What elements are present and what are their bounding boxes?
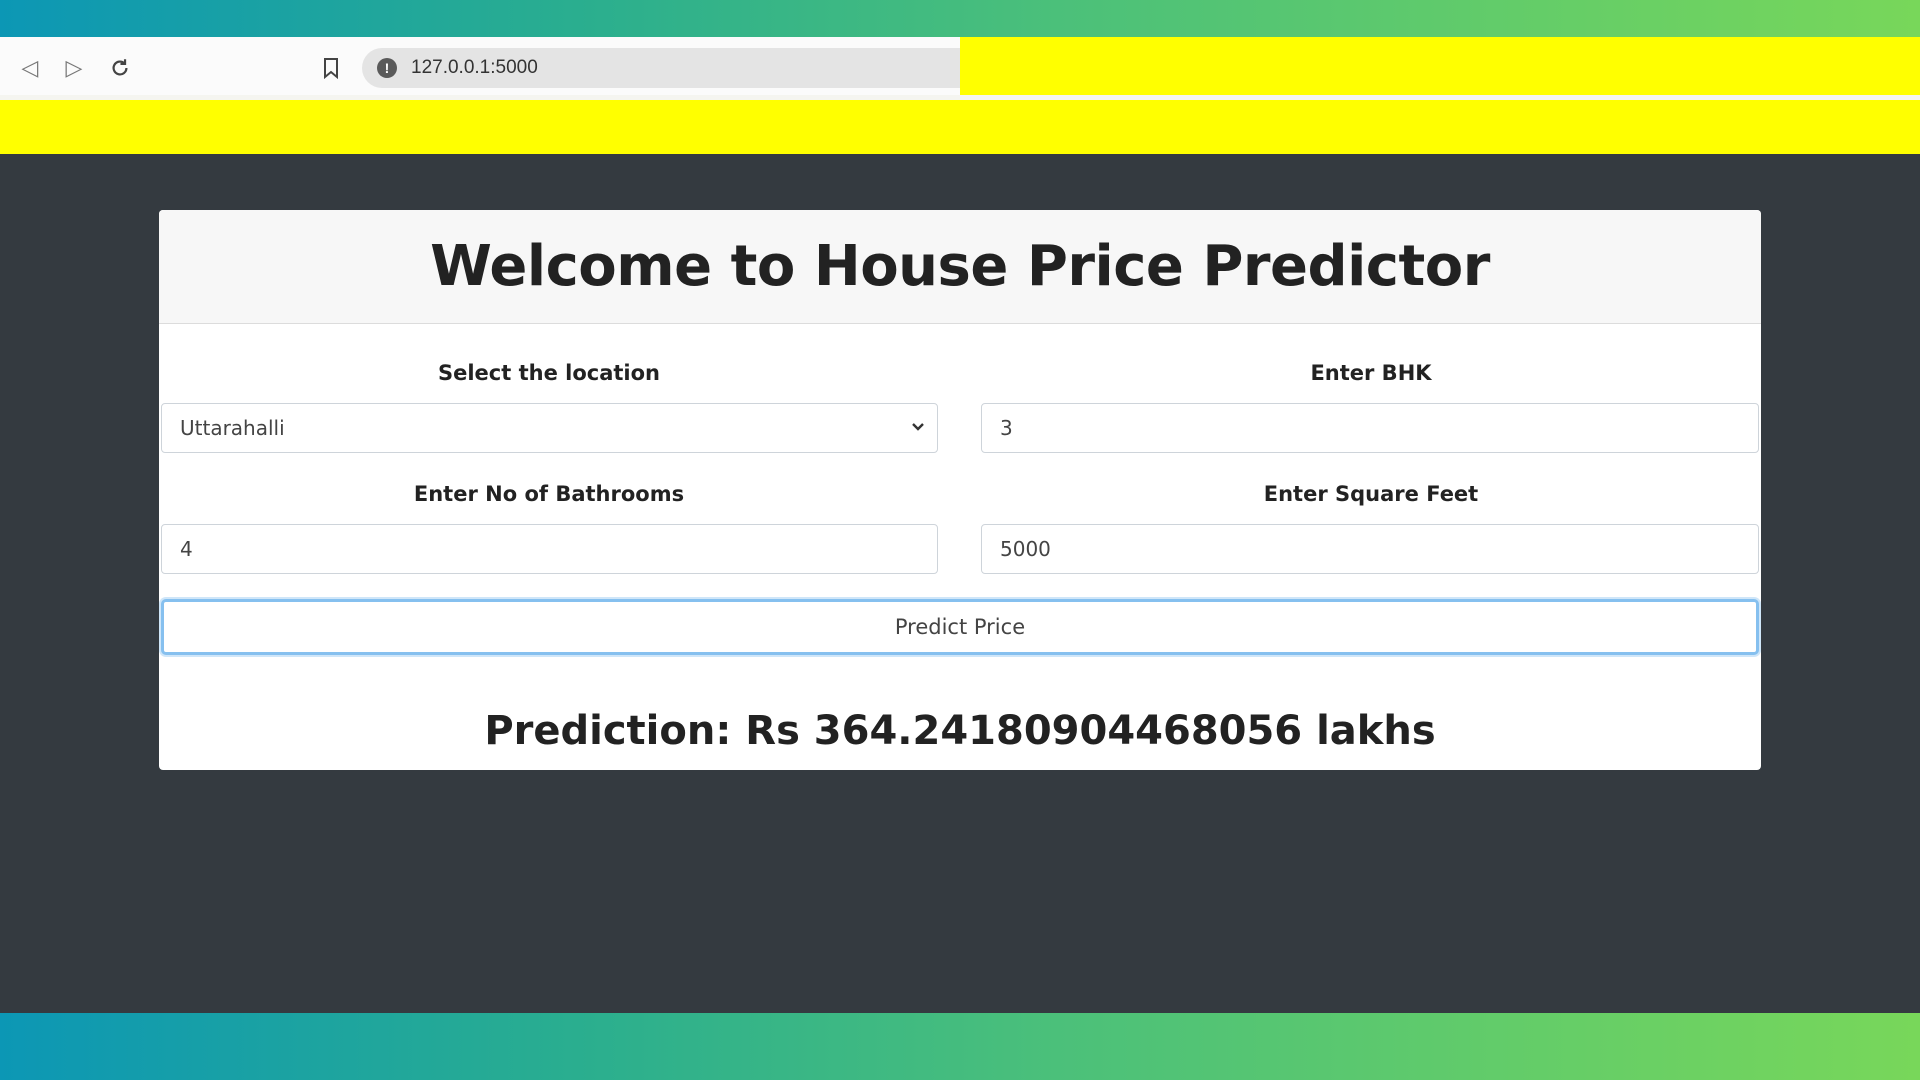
location-value: Uttarahalli	[180, 416, 285, 440]
location-label: Select the location	[437, 361, 660, 385]
forward-icon[interactable]: ▷	[58, 52, 90, 84]
highlight-band	[0, 100, 1920, 154]
bathrooms-input[interactable]: 4	[161, 524, 938, 574]
location-field: Select the location	[161, 361, 937, 385]
sqft-field: Enter Square Feet	[981, 482, 1761, 506]
sqft-input[interactable]: 5000	[981, 524, 1759, 574]
bhk-field: Enter BHK	[981, 361, 1761, 385]
top-gradient-border	[0, 0, 1920, 41]
card-header: Welcome to House Price Predictor	[159, 210, 1761, 324]
bottom-gradient-border	[0, 1013, 1920, 1080]
back-icon[interactable]: ◁	[14, 52, 46, 84]
highlight-block	[960, 37, 1920, 95]
bhk-value: 3	[1000, 416, 1013, 440]
address-bar[interactable]: ! 127.0.0.1:5000	[362, 48, 960, 88]
sqft-value: 5000	[1000, 537, 1051, 561]
url-text: 127.0.0.1:5000	[411, 57, 538, 78]
prediction-result: Prediction: Rs 364.24180904468056 lakhs	[484, 708, 1436, 754]
predict-price-button[interactable]: Predict Price	[161, 599, 1759, 655]
bhk-input[interactable]: 3	[981, 403, 1759, 453]
location-select[interactable]: Uttarahalli	[161, 403, 938, 453]
sqft-label: Enter Square Feet	[1263, 482, 1479, 506]
bathrooms-value: 4	[180, 537, 193, 561]
info-icon[interactable]: !	[377, 58, 397, 78]
chevron-down-icon	[911, 418, 925, 439]
page-title: Welcome to House Price Predictor	[430, 234, 1490, 299]
bhk-label: Enter BHK	[1310, 361, 1432, 385]
bookmark-icon[interactable]	[315, 52, 347, 84]
reload-icon[interactable]	[104, 52, 136, 84]
bathrooms-field: Enter No of Bathrooms	[161, 482, 937, 506]
bathrooms-label: Enter No of Bathrooms	[413, 482, 685, 506]
predictor-card: Welcome to House Price Predictor Select …	[159, 210, 1761, 770]
